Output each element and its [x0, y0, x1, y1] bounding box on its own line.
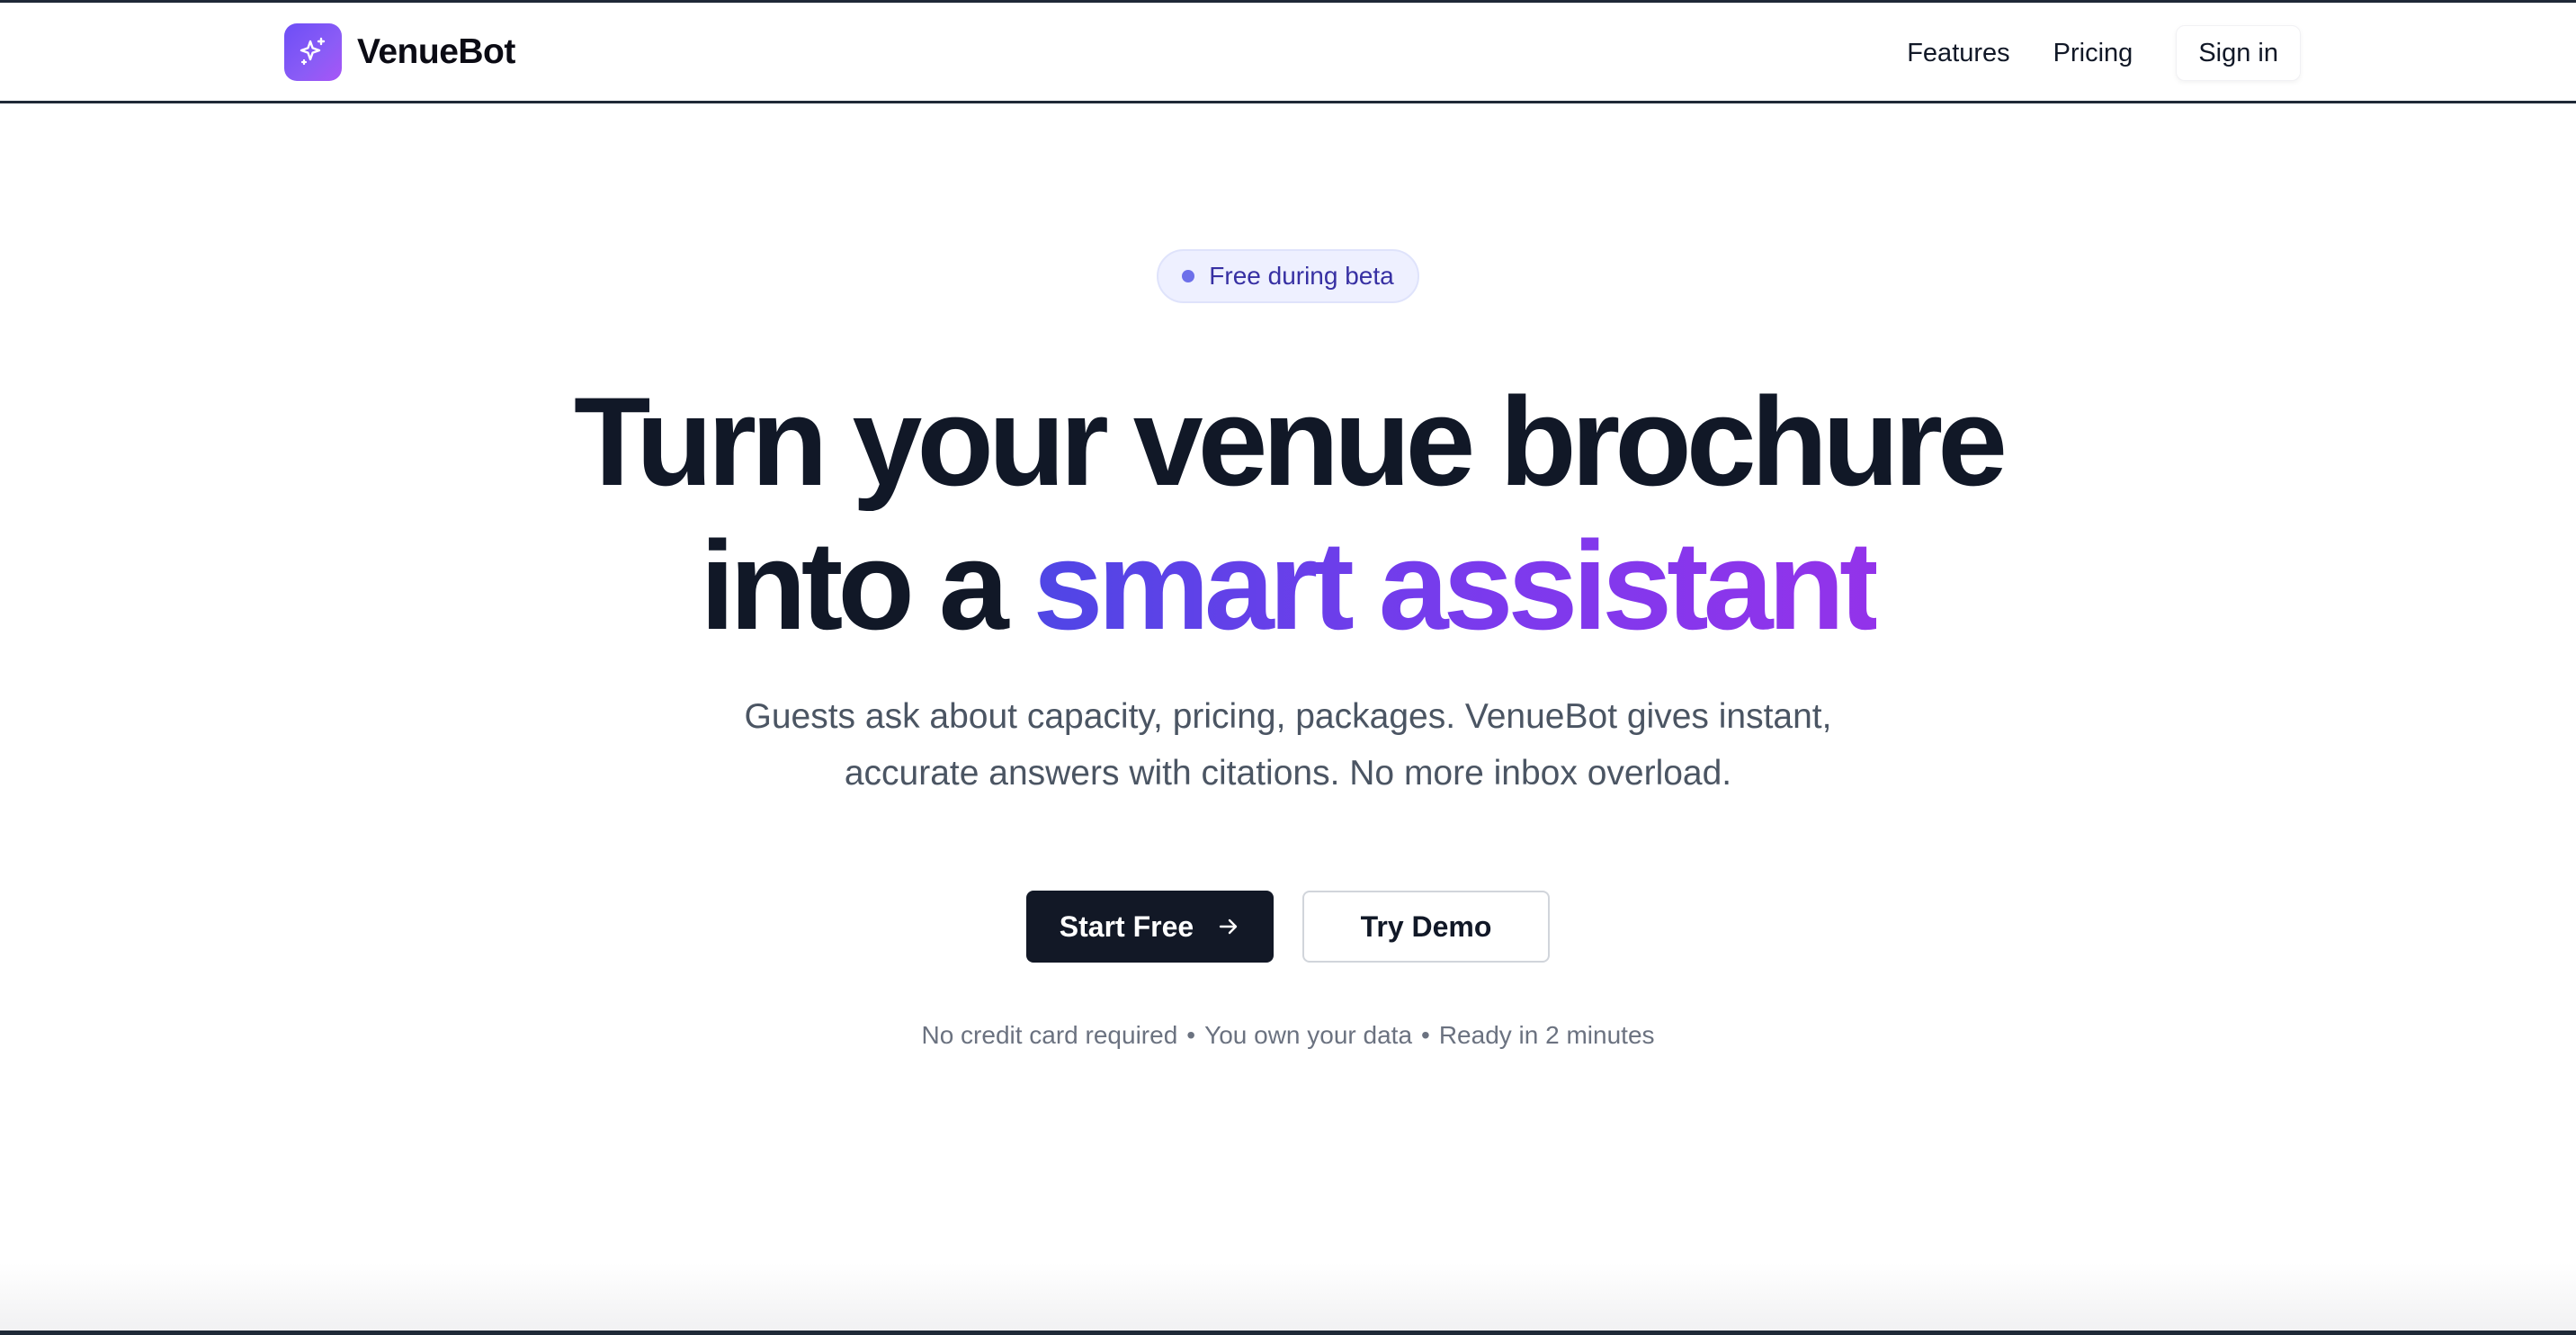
- headline-line-2-prefix: into a: [700, 515, 1008, 656]
- arrow-right-icon: [1217, 915, 1240, 938]
- separator-dot: •: [1186, 1021, 1196, 1049]
- beta-badge: Free during beta: [1157, 249, 1419, 303]
- brand-name: VenueBot: [357, 32, 515, 71]
- subtitle-line-2: accurate answers with citations. No more…: [844, 754, 1732, 793]
- separator-dot: •: [1421, 1021, 1430, 1049]
- assurance-ready-time: Ready in 2 minutes: [1438, 1021, 1655, 1049]
- cta-row: Start Free Try Demo: [0, 891, 2576, 963]
- beta-badge-row: Free during beta: [0, 249, 2576, 303]
- try-demo-button[interactable]: Try Demo: [1302, 891, 1550, 963]
- status-dot-icon: [1182, 270, 1195, 282]
- assurance-own-data: You own your data: [1204, 1021, 1413, 1049]
- start-free-label: Start Free: [1059, 909, 1194, 943]
- start-free-button[interactable]: Start Free: [1026, 891, 1274, 963]
- nav-link-pricing[interactable]: Pricing: [2053, 39, 2133, 68]
- hero-headline: Turn your venue brochure into a smart as…: [0, 370, 2576, 658]
- top-nav-bar: VenueBot Features Pricing Sign in: [0, 3, 2576, 103]
- sparkles-icon: [284, 23, 342, 81]
- assurance-no-credit-card: No credit card required: [921, 1021, 1178, 1049]
- bottom-edge: [0, 1331, 2576, 1335]
- nav-link-features[interactable]: Features: [1907, 39, 2009, 68]
- main-nav: Features Pricing Sign in: [1864, 25, 2301, 81]
- brand-logo-link[interactable]: VenueBot: [284, 23, 515, 81]
- page: VenueBot Features Pricing Sign in Free d…: [0, 0, 2576, 1335]
- sign-in-button[interactable]: Sign in: [2176, 25, 2301, 81]
- headline-accent: smart assistant: [1033, 515, 1882, 656]
- beta-badge-label: Free during beta: [1209, 262, 1394, 290]
- assurance-line: No credit card required • You own your dat…: [0, 1021, 2576, 1050]
- headline-line-1: Turn your venue brochure: [573, 371, 2008, 512]
- subtitle-line-1: Guests ask about capacity, pricing, pack…: [744, 697, 1832, 736]
- hero-subtitle: Guests ask about capacity, pricing, pack…: [0, 688, 2576, 802]
- bottom-shadow: [0, 1263, 2576, 1335]
